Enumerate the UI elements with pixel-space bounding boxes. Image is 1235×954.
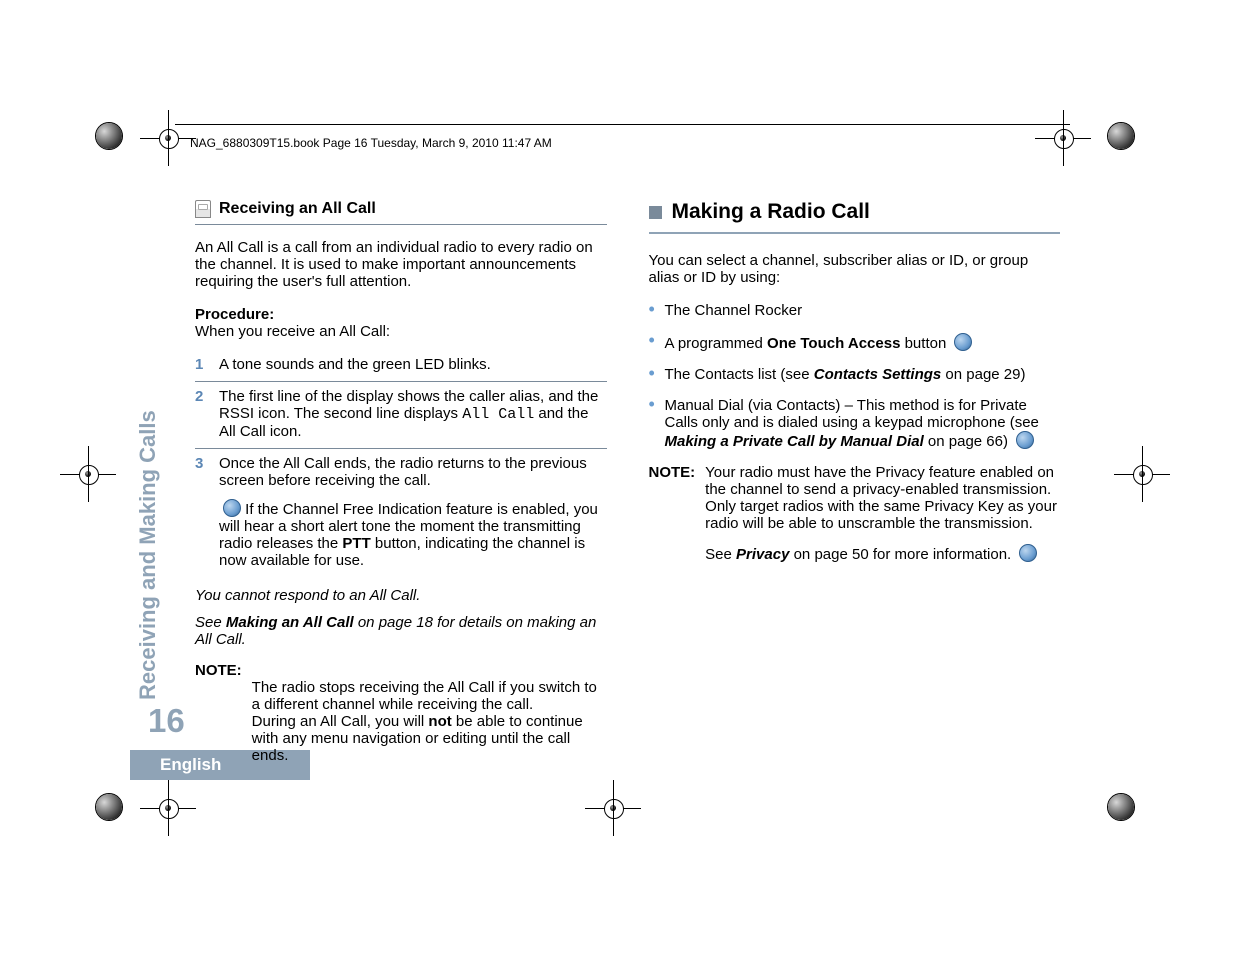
intro-paragraph: An All Call is a call from an individual… xyxy=(195,239,607,290)
step-number: 3 xyxy=(195,455,209,569)
contacts-settings-link: Contacts Settings xyxy=(814,366,942,383)
bullet-4: Manual Dial (via Contacts) – This method… xyxy=(649,397,1061,450)
info-icon xyxy=(223,499,241,517)
note-line1: Your radio must have the Privacy feature… xyxy=(705,464,1060,532)
reg-mark-bottom xyxy=(585,780,641,836)
step-1: 1 A tone sounds and the green LED blinks… xyxy=(195,350,607,382)
page-number: 16 xyxy=(148,702,185,740)
italic-note-1: You cannot respond to an All Call. xyxy=(195,587,607,604)
info-icon xyxy=(954,333,972,351)
info-icon xyxy=(1016,431,1034,449)
note-line2: See Privacy on page 50 for more informat… xyxy=(705,544,1060,563)
section-title-vertical: Receiving and Making Calls xyxy=(135,410,161,700)
right-intro: You can select a channel, subscriber ali… xyxy=(649,252,1061,286)
content-area: Receiving an All Call An All Call is a c… xyxy=(195,200,1060,764)
reg-mark-topleft xyxy=(140,110,196,166)
making-all-call-link: Making an All Call xyxy=(226,614,354,631)
b3-pre: The Contacts list (see xyxy=(665,366,814,383)
b4-post: on page 66) xyxy=(924,433,1008,450)
bullet-3: The Contacts list (see Contacts Settings… xyxy=(649,366,1061,383)
procedure-text: When you receive an All Call: xyxy=(195,323,607,340)
b4-pre: Manual Dial (via Contacts) – This method… xyxy=(665,397,1039,431)
note-body: The radio stops receiving the All Call i… xyxy=(252,662,607,764)
reg-mark-left xyxy=(60,446,116,502)
step-text: A tone sounds and the green LED blinks. xyxy=(219,356,607,373)
major-heading-text: Making a Radio Call xyxy=(672,200,1061,224)
subsection-title: Receiving an All Call xyxy=(219,200,376,218)
corner-mark-tr xyxy=(1107,122,1135,150)
manual-dial-link: Making a Private Call by Manual Dial xyxy=(665,433,924,450)
reg-mark-top xyxy=(1035,110,1091,166)
step-text: The first line of the display shows the … xyxy=(219,388,607,440)
corner-mark-bl xyxy=(95,793,123,821)
see-post: on page 50 for more information. xyxy=(789,546,1011,563)
see-pre: See xyxy=(705,546,736,563)
square-bullet-icon xyxy=(649,206,662,219)
header-rule xyxy=(175,124,1070,125)
bullet-list: The Channel Rocker A programmed One Touc… xyxy=(649,302,1061,450)
corner-mark-tl xyxy=(95,122,123,150)
book-header: NAG_6880309T15.book Page 16 Tuesday, Mar… xyxy=(190,136,552,150)
note-body: Your radio must have the Privacy feature… xyxy=(705,464,1060,563)
note-label: NOTE: xyxy=(195,662,242,764)
step-number: 2 xyxy=(195,388,209,440)
bullet-2: A programmed One Touch Access button xyxy=(649,333,1061,352)
note-block-left: NOTE: The radio stops receiving the All … xyxy=(195,662,607,764)
note-label: NOTE: xyxy=(649,464,696,563)
privacy-link: Privacy xyxy=(736,546,789,563)
note-block-right: NOTE: Your radio must have the Privacy f… xyxy=(649,464,1061,563)
radio-icon xyxy=(195,200,211,218)
italic-note-2: See Making an All Call on page 18 for de… xyxy=(195,614,607,648)
major-heading: Making a Radio Call xyxy=(649,200,1061,234)
step-3: 3 Once the All Call ends, the radio retu… xyxy=(195,449,607,577)
step-2: 2 The first line of the display shows th… xyxy=(195,382,607,449)
corner-mark-br xyxy=(1107,793,1135,821)
note-not-bold: not xyxy=(428,713,451,730)
subsection-heading: Receiving an All Call xyxy=(195,200,607,225)
step3-main: Once the All Call ends, the radio return… xyxy=(219,455,607,489)
bullet-1: The Channel Rocker xyxy=(649,302,1061,319)
right-column: Making a Radio Call You can select a cha… xyxy=(649,200,1061,764)
left-column: Receiving an All Call An All Call is a c… xyxy=(195,200,607,764)
page: NAG_6880309T15.book Page 16 Tuesday, Mar… xyxy=(0,0,1235,954)
ptt-label: PTT xyxy=(342,535,370,552)
b3-post: on page 29) xyxy=(941,366,1025,383)
info-icon xyxy=(1019,544,1037,562)
b2-post: button xyxy=(900,335,946,352)
step3-extra: If the Channel Free Indication feature i… xyxy=(219,499,607,569)
step-number: 1 xyxy=(195,356,209,373)
b2-pre: A programmed xyxy=(665,335,768,352)
one-touch-access-label: One Touch Access xyxy=(767,335,900,352)
all-call-mono: All Call xyxy=(462,406,534,423)
step-text: Once the All Call ends, the radio return… xyxy=(219,455,607,569)
reg-mark-right xyxy=(1114,446,1170,502)
procedure-label: Procedure: xyxy=(195,306,607,323)
reg-mark-botleft xyxy=(140,780,196,836)
see-pre: See xyxy=(195,614,226,631)
